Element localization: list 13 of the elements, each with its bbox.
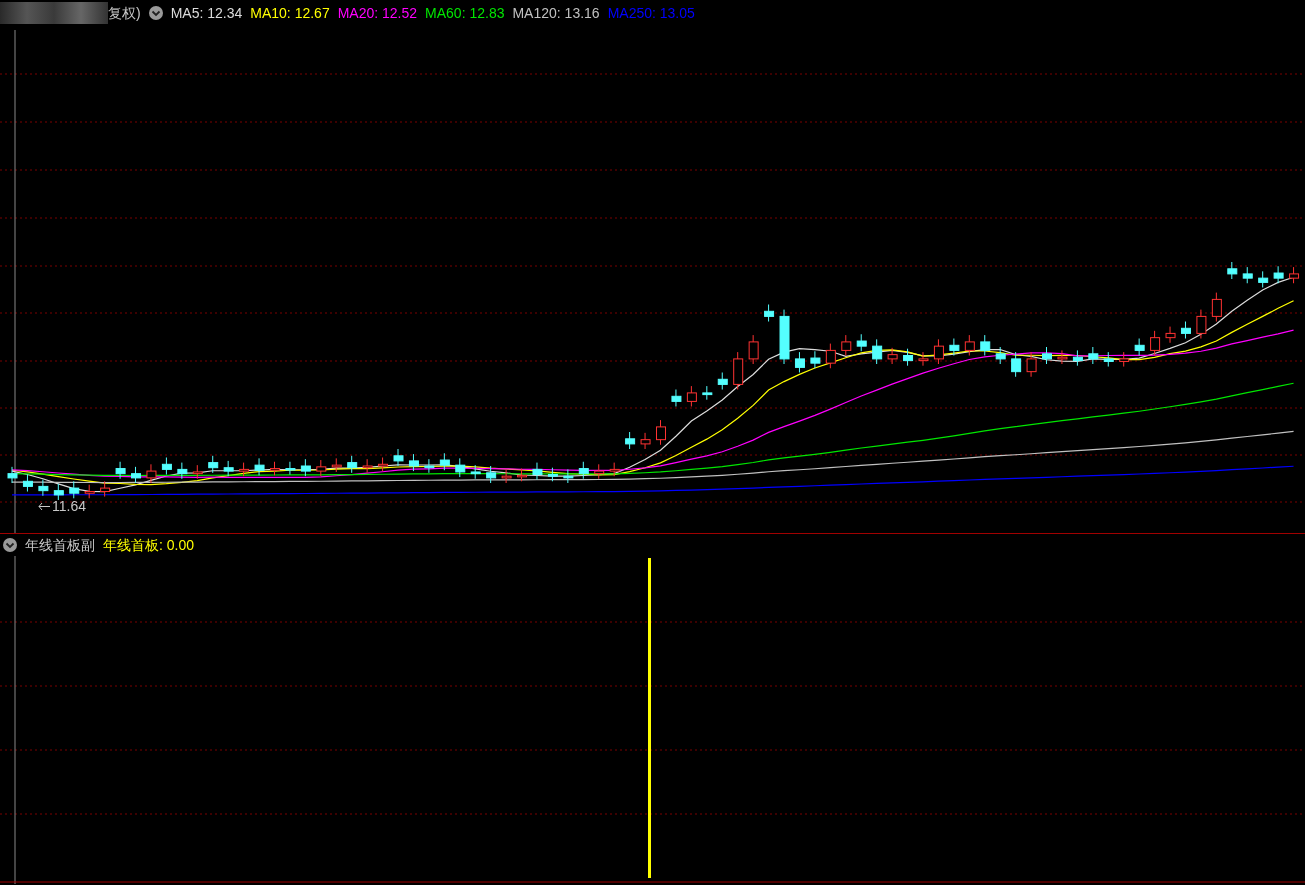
indicator-name: 年线首板副 (25, 535, 95, 555)
moving-average-label: MA10: 12.67 (250, 3, 330, 23)
indicator-value: 年线首板: 0.00 (103, 535, 195, 555)
moving-average-label: MA20: 12.52 (337, 3, 418, 23)
moving-average-label: MA250: 13.05 (607, 3, 695, 23)
moving-average-label: MA60: 12.83 (425, 3, 505, 23)
low-price-label: 11.64 (52, 497, 86, 516)
collapse-icon[interactable] (148, 6, 163, 20)
arrow-icon (38, 502, 50, 511)
chart-title: 复权) (108, 3, 141, 23)
moving-average-label: MA5: 12.34 (170, 3, 243, 23)
collapse-icon[interactable] (3, 538, 17, 552)
moving-average-label: MA120: 13.16 (512, 3, 600, 23)
